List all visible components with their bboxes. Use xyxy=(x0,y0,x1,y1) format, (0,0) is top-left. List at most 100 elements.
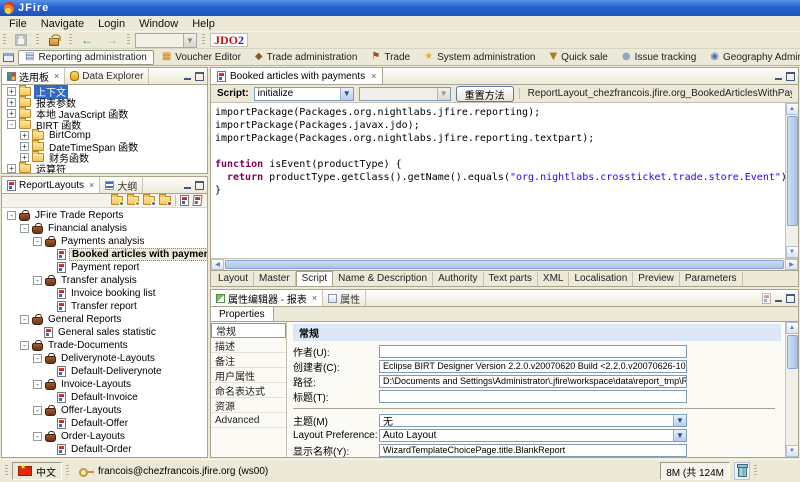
perspective-tab-trade[interactable]: ⚑Trade xyxy=(365,50,416,65)
script-editor[interactable]: importPackage(Packages.org.nightlabs.jfi… xyxy=(211,103,785,258)
tree-item-invoice-booking-list[interactable]: Invoice booking list xyxy=(2,287,207,300)
title-bar[interactable]: JFire xyxy=(0,0,800,16)
tab-property-editor-report[interactable]: 属性编辑器 - 报表 × xyxy=(211,290,323,306)
close-icon[interactable]: × xyxy=(371,71,376,81)
close-icon[interactable]: × xyxy=(89,180,94,190)
scroll-left-icon[interactable]: ◀ xyxy=(211,259,224,270)
minimize-icon[interactable] xyxy=(774,72,783,81)
maximize-icon[interactable] xyxy=(195,181,204,190)
expander-icon[interactable]: + xyxy=(20,153,29,162)
expander-icon[interactable]: - xyxy=(7,120,16,129)
minimize-icon[interactable] xyxy=(183,72,192,81)
maximize-icon[interactable] xyxy=(786,72,795,81)
new-category-button folder-add-icon[interactable] xyxy=(111,196,123,205)
export-report-button report-icon[interactable] xyxy=(192,195,202,206)
secondary-combo[interactable]: ▼ xyxy=(359,87,451,101)
expander-icon[interactable]: - xyxy=(33,432,42,441)
perspective-tab-system-administration[interactable]: ★System administration xyxy=(418,50,541,65)
tree-item-order-layouts[interactable]: -Order-Layouts xyxy=(2,430,207,443)
tab-data-explorer[interactable]: Data Explorer xyxy=(65,68,149,84)
category-advanced[interactable]: Advanced xyxy=(211,413,286,428)
tab-localisation[interactable]: Localisation xyxy=(569,272,633,286)
path-field[interactable]: D:\Documents and Settings\Administrator\… xyxy=(379,375,687,388)
expander-icon[interactable]: + xyxy=(20,131,29,140)
forward-button[interactable]: → xyxy=(102,33,122,48)
tree-item-operators[interactable]: +运算符 xyxy=(2,163,207,173)
perspective-tab-voucher-editor[interactable]: ▦Voucher Editor xyxy=(156,50,247,65)
expander-icon[interactable]: + xyxy=(7,164,16,173)
toolbar-grip[interactable] xyxy=(202,34,205,46)
tree-item-transfer-report[interactable]: Transfer report xyxy=(2,300,207,313)
editor-vertical-scrollbar[interactable]: ▲ ▼ xyxy=(785,103,798,258)
expander-icon[interactable]: + xyxy=(7,87,16,96)
expander-icon[interactable]: - xyxy=(33,354,42,363)
tab-parameters[interactable]: Parameters xyxy=(680,272,743,286)
category-resources[interactable]: 资源 xyxy=(211,398,286,413)
editor-tab-booked-articles-with-payments[interactable]: Booked articles with payments × xyxy=(211,68,383,84)
tree-item-default-offer[interactable]: Default-Offer xyxy=(2,417,207,430)
category-general[interactable]: 常规 xyxy=(211,323,286,338)
tree-item-deliverynote-layouts[interactable]: -Deliverynote-Layouts xyxy=(2,352,207,365)
method-combo[interactable]: initialize▼ xyxy=(254,87,354,101)
tree-item-context[interactable]: +上下文 xyxy=(2,86,207,97)
tree-item-financial-analysis[interactable]: -Financial analysis xyxy=(2,222,207,235)
close-icon[interactable]: × xyxy=(54,71,59,81)
author-field[interactable] xyxy=(379,345,687,358)
menu-navigate[interactable]: Navigate xyxy=(34,18,91,30)
tab-reportlayouts[interactable]: ReportLayouts × xyxy=(2,177,100,193)
import-report-button report-icon[interactable] xyxy=(180,195,189,206)
tree-item-default-invoice[interactable]: Default-Invoice xyxy=(2,391,207,404)
tab-script[interactable]: Script xyxy=(296,271,334,287)
tree-item-native-javascript-functions[interactable]: +本地 JavaScript 函数 xyxy=(2,108,207,119)
category-description[interactable]: 描述 xyxy=(211,338,286,353)
tree-item-booked-articles-with-payments[interactable]: Booked articles with payments xyxy=(2,248,207,261)
tab-authority[interactable]: Authority xyxy=(433,272,483,286)
menu-help[interactable]: Help xyxy=(185,18,222,30)
tab-palette[interactable]: 选用板 × xyxy=(2,68,65,84)
tree-item-jfire-trade-reports[interactable]: -JFire Trade Reports xyxy=(2,209,207,222)
perspective-tab-geography-administration[interactable]: ◉Geography Administration xyxy=(704,50,800,65)
maximize-icon[interactable] xyxy=(786,294,795,303)
created-by-field[interactable]: Eclipse BIRT Designer Version 2.2.0.v200… xyxy=(379,360,687,373)
tab-name-description[interactable]: Name & Description xyxy=(333,272,433,286)
perspective-tab-issue-tracking[interactable]: ●Issue tracking xyxy=(616,50,702,65)
scroll-up-icon[interactable]: ▲ xyxy=(786,322,799,334)
reset-method-button[interactable]: 重置方法 xyxy=(456,86,514,102)
tab-text-parts[interactable]: Text parts xyxy=(484,272,538,286)
perspective-tab-quick-sale[interactable]: ▼Quick sale xyxy=(543,50,613,65)
title-field[interactable] xyxy=(379,390,687,403)
tab-xml[interactable]: XML xyxy=(538,272,570,286)
category-user-properties[interactable]: 用户属性 xyxy=(211,368,286,383)
toolbar-grip[interactable] xyxy=(69,34,72,46)
expander-icon[interactable]: + xyxy=(7,98,16,107)
jdo2-badge[interactable]: JDO2 xyxy=(210,33,248,47)
tree-item-payment-report[interactable]: Payment report xyxy=(2,261,207,274)
toolbar-grip[interactable] xyxy=(127,34,130,46)
delete-layout-button folder-delete-icon[interactable] xyxy=(159,196,171,205)
perspective-tab-trade-administration[interactable]: ◆Trade administration xyxy=(249,50,363,65)
history-combo[interactable]: ▼ xyxy=(135,33,197,48)
theme-combo[interactable]: 无▼ xyxy=(379,414,687,427)
menu-login[interactable]: Login xyxy=(91,18,132,30)
minimize-icon[interactable] xyxy=(183,181,192,190)
language-selector[interactable]: 中文 xyxy=(12,462,62,480)
lock-button[interactable] xyxy=(44,33,64,48)
scroll-down-icon[interactable]: ▼ xyxy=(786,445,799,457)
menu-file[interactable]: File xyxy=(2,18,34,30)
view-menu-icon[interactable] xyxy=(762,293,771,304)
expander-icon[interactable]: - xyxy=(20,315,29,324)
tree-item-transfer-analysis[interactable]: -Transfer analysis xyxy=(2,274,207,287)
garbage-collect-button[interactable] xyxy=(734,462,750,480)
tab-properties-inner[interactable]: Properties xyxy=(211,307,274,321)
minimize-icon[interactable] xyxy=(774,294,783,303)
tab-preview[interactable]: Preview xyxy=(633,272,680,286)
expander-icon[interactable]: - xyxy=(33,380,42,389)
close-icon[interactable]: × xyxy=(312,293,317,303)
expander-icon[interactable]: - xyxy=(33,406,42,415)
tab-outline[interactable]: 大纲 xyxy=(100,177,143,193)
display-name-field[interactable]: WizardTemplateChoicePage.title.BlankRepo… xyxy=(379,444,687,457)
new-layout-button folder-olive-icon[interactable] xyxy=(127,196,139,205)
scroll-up-icon[interactable]: ▲ xyxy=(786,103,799,115)
editor-horizontal-scrollbar[interactable]: ◀ ▶ xyxy=(211,258,798,270)
tree-item-general-reports[interactable]: -General Reports xyxy=(2,313,207,326)
